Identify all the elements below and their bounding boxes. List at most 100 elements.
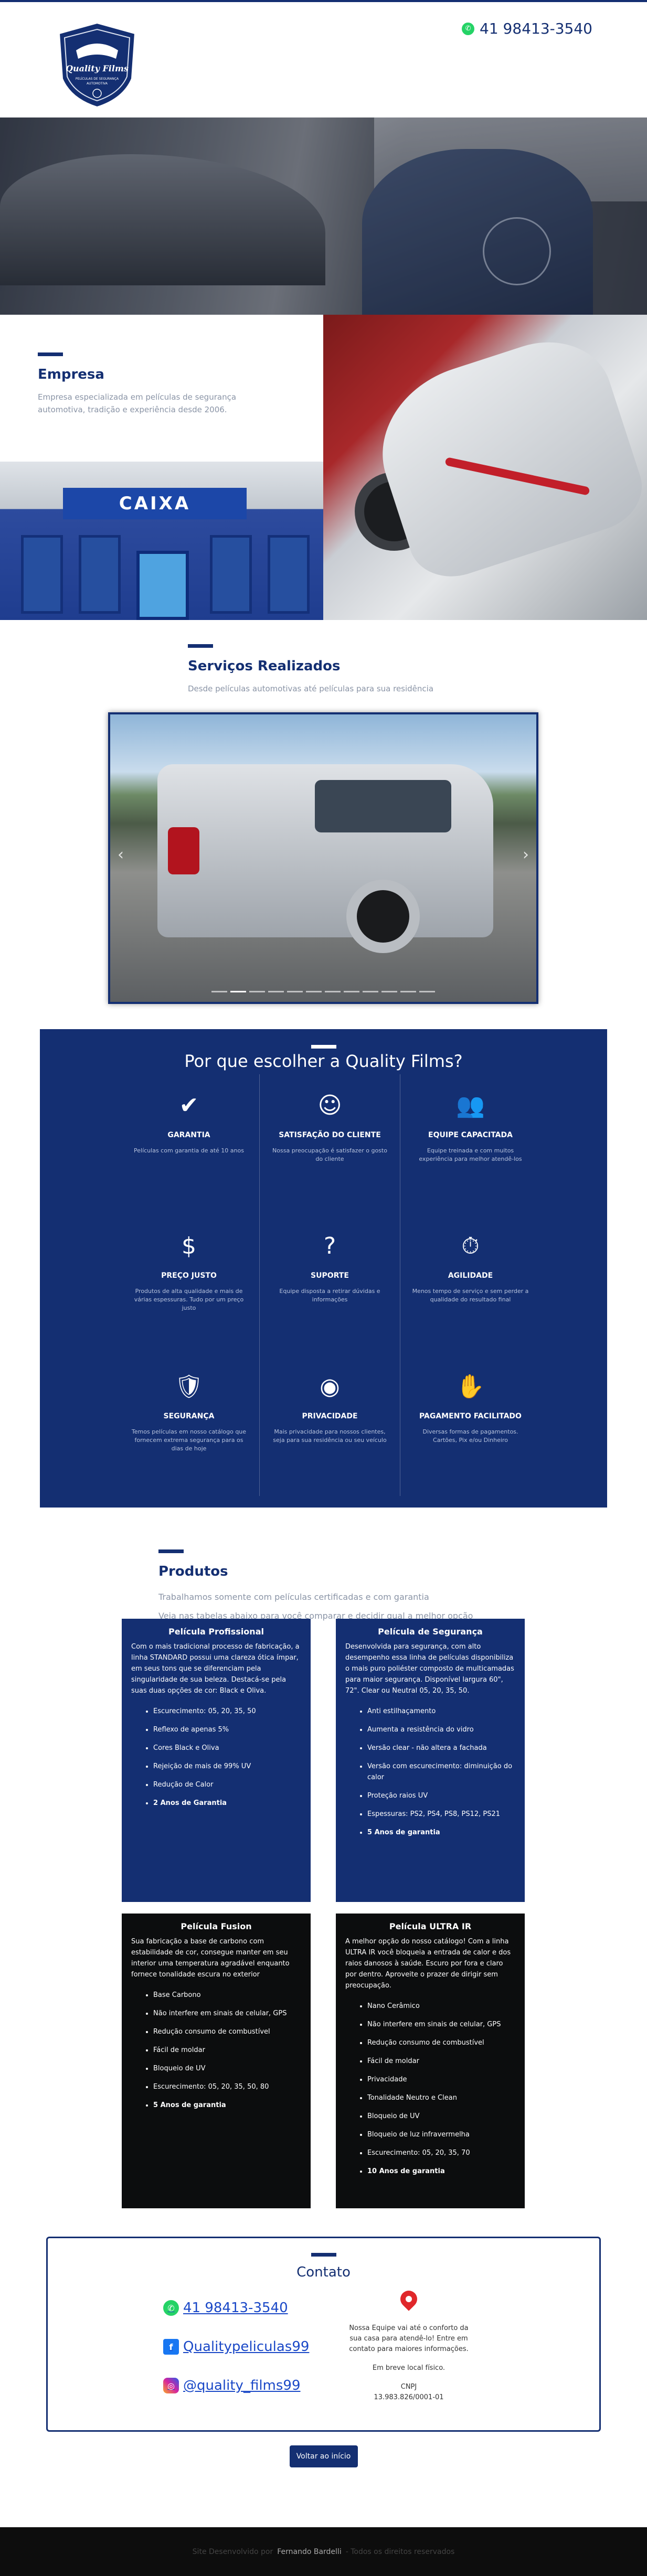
product-title: Película Profissional [168, 1627, 264, 1637]
header-phone-number[interactable]: 41 98413-3540 [480, 20, 592, 37]
instagram-icon: ◎ [163, 2378, 179, 2393]
feature-item: ? SUPORTE Equipe disposta a retirar dúvida… [259, 1215, 400, 1355]
feature-description: Temos películas em nosso catálogo que fo… [131, 1428, 247, 1452]
facebook-handle[interactable]: Qualitypeliculas99 [183, 2339, 309, 2355]
svg-text:Quality Films: Quality Films [66, 63, 129, 73]
whatsapp-number[interactable]: 41 98413-3540 [183, 2300, 288, 2316]
feature-description: Diversas formas de pagamentos. Cartões, … [422, 1428, 518, 1444]
feature-description: Equipe treinada e com muitos experiência… [419, 1147, 522, 1162]
product-feature: Reflexo de apenas 5% [153, 1724, 301, 1735]
carousel-dot[interactable] [363, 991, 378, 992]
product-title: Película Fusion [181, 1921, 252, 1931]
feature-description: Equipe disposta a retirar dúvidas e info… [279, 1288, 380, 1303]
product-feature: Versão com escurecimento: diminuição do … [367, 1761, 515, 1783]
product-intro: A melhor opção do nosso catálogo! Com a … [345, 1938, 511, 1990]
feature-item: $ PREÇO JUSTO Produtos de alta qualidade e… [119, 1215, 259, 1355]
feature-item: ✔ GARANTIA Películas com garantia de até 1… [119, 1074, 259, 1215]
carousel-dot[interactable] [419, 991, 435, 992]
product-warranty: 5 Anos de garantia [153, 2100, 301, 2111]
product-intro: Desenvolvida para segurança, com alto de… [345, 1643, 514, 1695]
price-tag-icon: $ [182, 1232, 196, 1259]
contato-title: Contato [296, 2264, 351, 2280]
carousel-dot[interactable] [249, 991, 265, 992]
team-icon: 👥 [456, 1092, 485, 1119]
section-accent-bar [311, 2253, 336, 2257]
product-cards: Película Profissional Com o mais tradicio… [122, 1619, 525, 2208]
svg-text:AUTOMOTIVA: AUTOMOTIVA [87, 82, 108, 85]
carousel-dot[interactable] [230, 991, 246, 992]
product-feature: Anti estilhaçamento [367, 1706, 515, 1717]
produtos-section: Produtos Trabalhamos somente com películ… [0, 1508, 647, 2237]
carousel-dot[interactable] [211, 991, 227, 992]
services-carousel[interactable]: ‹ › [108, 712, 538, 1004]
feature-item: 🛡 SEGURANÇA Temos películas em nosso catál… [119, 1355, 259, 1496]
instagram-link[interactable]: ◎ @quality_films99 [163, 2378, 301, 2393]
product-feature: Privacidade [367, 2074, 515, 2085]
carousel-dot[interactable] [344, 991, 359, 992]
product-feature: Cores Black e Oliva [153, 1743, 301, 1754]
facebook-icon: f [163, 2339, 179, 2355]
section-accent-bar [38, 352, 63, 356]
product-feature: Não interfere em sinais de celular, GPS [367, 2019, 515, 2030]
support-icon: ? [323, 1232, 336, 1259]
feature-title: PREÇO JUSTO [161, 1271, 217, 1280]
cnpj-number: 13.983.826/0001-01 [374, 2393, 444, 2401]
carousel-next-icon[interactable]: › [523, 846, 529, 864]
payment-icon: ✋ [456, 1373, 485, 1400]
carousel-dot[interactable] [287, 991, 303, 992]
carousel-dot[interactable] [381, 991, 397, 992]
feature-description: Películas com garantia de até 10 anos [134, 1147, 244, 1154]
carousel-dot[interactable] [306, 991, 322, 992]
produtos-title: Produtos [158, 1564, 228, 1579]
product-feature: Bloqueio de luz infravermelha [367, 2129, 515, 2140]
product-feature: Redução consumo de combustível [153, 2026, 301, 2037]
product-feature: Escurecimento: 05, 20, 35, 50, 80 [153, 2081, 301, 2092]
product-feature: Não interfere em sinais de celular, GPS [153, 2008, 301, 2019]
feature-item: ☺ SATISFAÇÃO DO CLIENTE Nossa preocupação … [259, 1074, 400, 1215]
features-grid: ✔ GARANTIA Películas com garantia de até 1… [119, 1074, 542, 1496]
feature-title: GARANTIA [167, 1131, 210, 1139]
feature-item: 👥 EQUIPE CAPACITADA Equipe treinada e com … [400, 1074, 540, 1215]
header-phone[interactable]: ✆ 41 98413-3540 [462, 20, 592, 37]
facebook-link[interactable]: f Qualitypeliculas99 [163, 2339, 309, 2355]
eye-slash-icon: ◉ [320, 1373, 340, 1400]
carousel-prev-icon[interactable]: ‹ [118, 846, 124, 864]
feature-title: PRIVACIDADE [302, 1412, 358, 1420]
footer-author[interactable]: Fernando Bardelli [277, 2548, 342, 2556]
feature-description: Nossa preocupação é satisfazer o gosto d… [272, 1147, 387, 1162]
whatsapp-icon: ✆ [163, 2300, 179, 2316]
product-card: Película Fusion Sua fabricação a base de … [122, 1914, 311, 2208]
product-feature: Rejeição de mais de 99% UV [153, 1761, 301, 1772]
carousel-dot[interactable] [268, 991, 284, 992]
carousel-indicators[interactable] [110, 991, 536, 992]
product-feature: Escurecimento: 05, 20, 35, 50 [153, 1706, 301, 1717]
carousel-dot[interactable] [400, 991, 416, 992]
site-footer: Site Desenvolvido por Fernando Bardelli … [0, 2527, 647, 2576]
bank-sign: CAIXA [63, 488, 247, 519]
section-accent-bar [311, 1045, 336, 1049]
carousel-dot[interactable] [325, 991, 341, 992]
feature-description: Produtos de alta qualidade e mais de vár… [134, 1288, 244, 1311]
instagram-handle[interactable]: @quality_films99 [183, 2378, 301, 2393]
badge-check-icon: ✔ [179, 1092, 199, 1119]
cnpj-label: CNPJ [400, 2383, 417, 2391]
quality-films-logo[interactable]: Quality Films PELÍCULAS DE SEGURANÇA AUT… [55, 21, 139, 109]
bank-storefront-photo: CAIXA [0, 462, 323, 620]
suv-rear-photo [323, 315, 647, 620]
shield-lock-icon: 🛡 [174, 1373, 204, 1400]
feature-title: EQUIPE CAPACITADA [428, 1131, 513, 1139]
section-accent-bar [158, 1549, 184, 1553]
product-feature: Bloqueio de UV [153, 2063, 301, 2074]
section-accent-bar [188, 644, 213, 648]
produtos-subtitle: Trabalhamos somente com películas certif… [158, 1592, 429, 1602]
map-pin-icon [398, 2291, 419, 2318]
whatsapp-icon: ✆ [462, 22, 475, 35]
back-to-top-button[interactable]: Voltar ao início [289, 2445, 358, 2467]
servicos-section: Serviços Realizados Desde películas auto… [0, 620, 647, 1029]
product-feature: Aumenta a resistência do vidro [367, 1724, 515, 1735]
product-feature: Versão clear - não altera a fachada [367, 1743, 515, 1754]
empresa-description: Empresa especializada em películas de se… [38, 392, 237, 414]
product-card: Película Profissional Com o mais tradicio… [122, 1619, 311, 1902]
whatsapp-link[interactable]: ✆ 41 98413-3540 [163, 2300, 288, 2316]
feature-description: Mais privacidade para nossos clientes, s… [273, 1428, 387, 1444]
